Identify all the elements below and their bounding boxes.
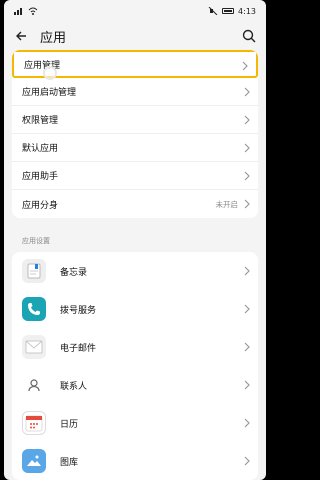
chevron-right-icon bbox=[242, 61, 248, 71]
menu-item-label: 默认应用 bbox=[22, 144, 59, 154]
status-bar: 4:13 bbox=[4, 0, 266, 22]
contacts-icon bbox=[22, 373, 46, 397]
app-item-label: 备忘录 bbox=[60, 267, 88, 278]
menu-item-app-twin[interactable]: 应用分身 未开启 bbox=[12, 190, 258, 218]
app-item-memo[interactable]: 备忘录 bbox=[12, 252, 258, 290]
mute-icon bbox=[208, 7, 218, 15]
status-left bbox=[14, 7, 38, 15]
wifi-icon bbox=[28, 7, 38, 15]
chevron-right-icon bbox=[244, 304, 250, 314]
back-arrow-icon bbox=[16, 31, 26, 41]
menu-item-label: 应用启动管理 bbox=[22, 88, 77, 98]
email-icon bbox=[22, 335, 46, 359]
menu-item-label: 应用助手 bbox=[22, 172, 59, 182]
chevron-right-icon bbox=[244, 143, 250, 153]
app-item-label: 日历 bbox=[60, 419, 79, 430]
chevron-right-icon bbox=[244, 380, 250, 390]
chevron-right-icon bbox=[244, 266, 250, 276]
apps-card: 备忘录 拨号服务 电子邮件 联系人 日历 图库 bbox=[12, 252, 258, 480]
gallery-icon bbox=[22, 449, 46, 473]
app-item-label: 图库 bbox=[60, 457, 79, 468]
app-item-label: 联系人 bbox=[60, 381, 88, 392]
app-item-email[interactable]: 电子邮件 bbox=[12, 328, 258, 366]
phone-icon bbox=[22, 297, 46, 321]
app-item-calendar[interactable]: 日历 bbox=[12, 404, 258, 442]
chevron-right-icon bbox=[244, 456, 250, 466]
app-item-gallery[interactable]: 图库 bbox=[12, 442, 258, 480]
chevron-right-icon bbox=[244, 171, 250, 181]
status-time: 4:13 bbox=[238, 6, 256, 16]
menu-item-label: 权限管理 bbox=[22, 116, 59, 126]
menu-item-permissions[interactable]: 权限管理 bbox=[12, 106, 258, 134]
battery-icon bbox=[222, 8, 235, 14]
menu-item-label: 应用管理 bbox=[24, 60, 61, 71]
app-header: 应用 bbox=[4, 22, 266, 50]
calendar-icon bbox=[22, 411, 46, 435]
section-label: 应用设置 bbox=[22, 237, 50, 245]
status-right: 4:13 bbox=[208, 7, 256, 16]
menu-item-label: 应用分身 bbox=[22, 200, 59, 211]
menu-item-default-apps[interactable]: 默认应用 bbox=[12, 134, 258, 162]
page-title: 应用 bbox=[40, 30, 67, 46]
app-item-label: 电子邮件 bbox=[60, 343, 97, 354]
menu-card: 应用管理 应用启动管理 权限管理 默认应用 应用助手 应用分身 未开启 bbox=[12, 50, 258, 218]
phone-screen: 4:13 应用 应用管理 应用启动管理 权限管理 默认应用 应用助手 应用分身 … bbox=[4, 0, 266, 480]
app-item-dialer[interactable]: 拨号服务 bbox=[12, 290, 258, 328]
menu-item-value: 未开启 bbox=[215, 199, 239, 209]
back-button[interactable] bbox=[14, 29, 28, 43]
app-item-contacts[interactable]: 联系人 bbox=[12, 366, 258, 404]
chevron-right-icon bbox=[244, 342, 250, 352]
app-item-label: 拨号服务 bbox=[60, 305, 97, 316]
search-icon[interactable] bbox=[242, 29, 256, 43]
menu-item-app-management[interactable]: 应用管理 bbox=[12, 50, 258, 80]
chevron-right-icon bbox=[244, 199, 250, 209]
chevron-right-icon bbox=[244, 115, 250, 125]
menu-item-startup-management[interactable]: 应用启动管理 bbox=[12, 78, 258, 106]
menu-item-app-assistant[interactable]: 应用助手 bbox=[12, 162, 258, 190]
signal-icon bbox=[14, 8, 22, 15]
chevron-right-icon bbox=[244, 87, 250, 97]
chevron-right-icon bbox=[244, 418, 250, 428]
memo-icon bbox=[22, 259, 46, 283]
